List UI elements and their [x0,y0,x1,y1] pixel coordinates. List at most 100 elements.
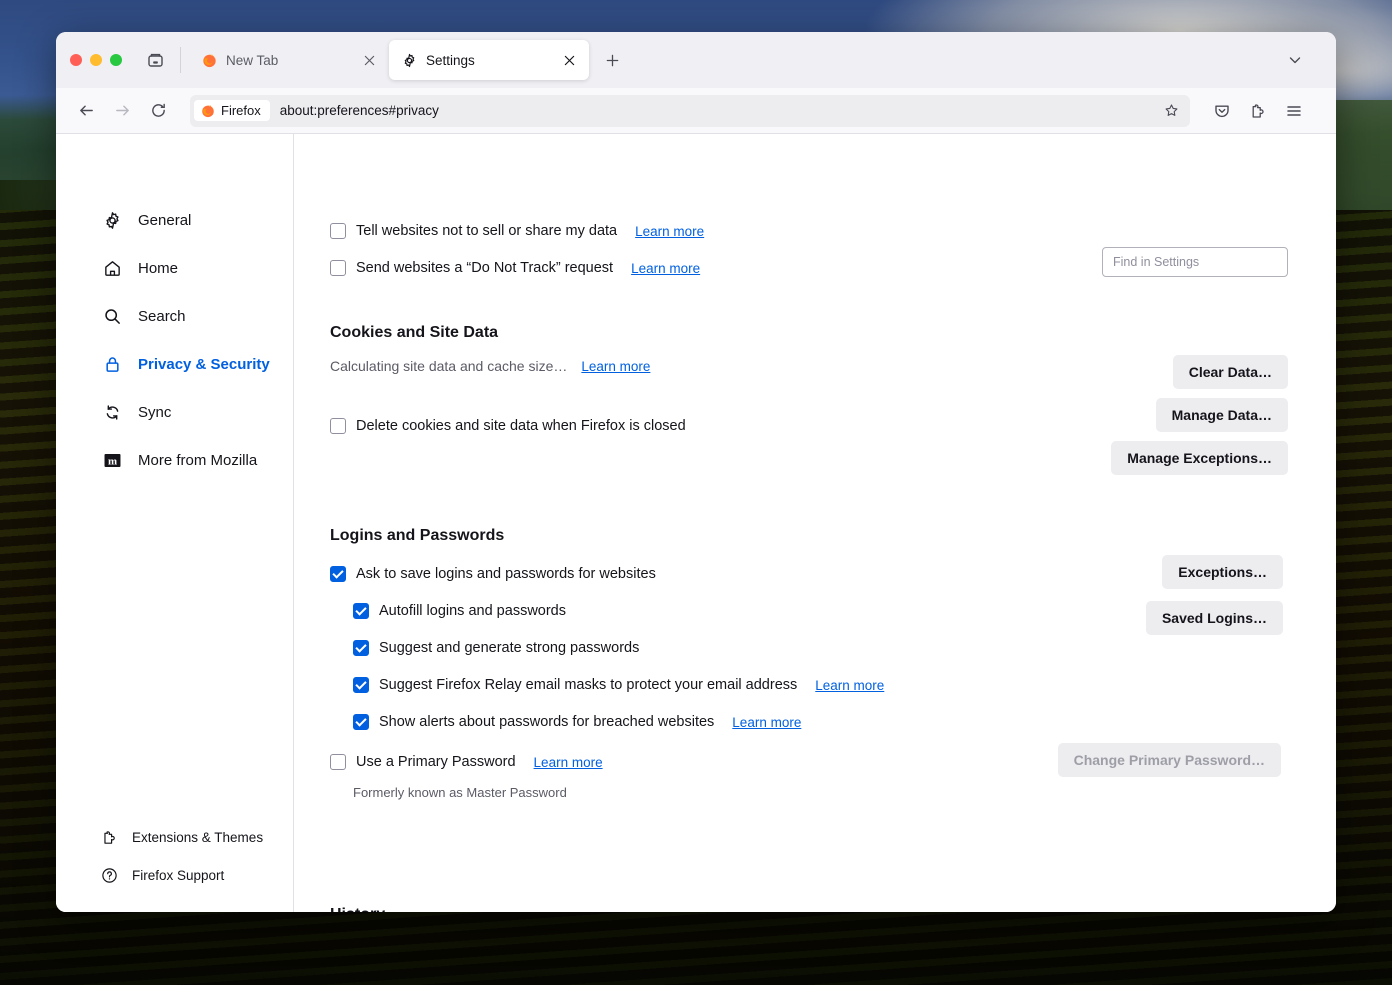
search-icon [102,306,122,326]
url-chip-label: Firefox [221,103,261,118]
hamburger-menu-icon[interactable] [1278,95,1310,127]
firefox-icon [201,52,217,68]
close-icon[interactable] [359,50,379,70]
checkbox-label: Use a Primary Password [356,754,516,770]
sidebar-item-label: Sync [138,403,172,421]
sidebar-item-label: Privacy & Security [138,355,270,373]
checkbox-row-breach-alerts[interactable]: Show alerts about passwords for breached… [353,710,801,734]
learn-more-link[interactable]: Learn more [581,359,650,374]
checkbox-row-firefox-relay[interactable]: Suggest Firefox Relay email masks to pro… [353,673,884,697]
checkbox-row-do-not-sell[interactable]: Tell websites not to sell or share my da… [330,219,704,243]
change-primary-password-button[interactable]: Change Primary Password… [1057,743,1281,777]
checkbox-label: Autofill logins and passwords [379,603,566,619]
maximize-window-button[interactable] [110,54,122,66]
sidebar-item-firefox-support[interactable]: Firefox Support [56,856,293,894]
checkbox-delete-cookies-on-close[interactable] [330,418,346,434]
tab-new-tab[interactable]: New Tab [189,40,389,80]
close-icon[interactable] [559,50,579,70]
learn-more-link[interactable]: Learn more [534,755,603,770]
checkbox-breach-alerts[interactable] [353,714,369,730]
manage-data-button[interactable]: Manage Data… [1155,398,1288,432]
checkbox-ask-to-save-logins[interactable] [330,566,346,582]
sidebar-item-privacy-security[interactable]: Privacy & Security [56,340,293,388]
primary-password-note: Formerly known as Master Password [353,785,567,800]
tab-title: Settings [426,52,475,68]
settings-nav-list: General Home Search Privacy & Security S… [56,196,293,484]
settings-page: General Home Search Privacy & Security S… [56,134,1336,912]
puzzle-piece-icon[interactable] [1242,95,1274,127]
checkbox-row-do-not-track[interactable]: Send websites a “Do Not Track” request L… [330,256,700,280]
home-icon [102,258,122,278]
tab-sidebar-icon[interactable] [140,45,170,75]
checkbox-label: Ask to save logins and passwords for web… [356,566,656,582]
saved-logins-button[interactable]: Saved Logins… [1145,601,1283,635]
checkbox-label: Tell websites not to sell or share my da… [356,223,618,239]
settings-sidebar: General Home Search Privacy & Security S… [56,134,294,912]
section-heading-logins: Logins and Passwords [330,527,505,544]
exceptions-button[interactable]: Exceptions… [1162,555,1283,589]
checkbox-label: Suggest Firefox Relay email masks to pro… [379,677,798,693]
checkbox-do-not-track[interactable] [330,260,346,276]
pocket-icon[interactable] [1206,95,1238,127]
minimize-window-button[interactable] [90,54,102,66]
window-traffic-lights [70,54,122,66]
find-in-settings-field[interactable] [1113,255,1277,269]
clear-data-button[interactable]: Clear Data… [1172,355,1288,389]
cookies-status-row: Calculating site data and cache size… Le… [330,358,650,374]
learn-more-link[interactable]: Learn more [631,261,700,276]
sidebar-item-more-from-mozilla[interactable]: m More from Mozilla [56,436,293,484]
learn-more-link[interactable]: Learn more [815,678,884,693]
url-bar[interactable]: Firefox about:preferences#privacy [190,94,1190,127]
checkbox-suggest-strong-passwords[interactable] [353,640,369,656]
checkbox-use-primary-password[interactable] [330,754,346,770]
checkbox-label: Suggest and generate strong passwords [379,640,640,656]
section-heading-history: History [330,906,385,912]
sidebar-item-general[interactable]: General [56,196,293,244]
mozilla-m-icon: m [102,450,122,470]
reload-icon[interactable] [142,95,174,127]
search-input[interactable] [1102,247,1288,277]
tab-settings[interactable]: Settings [389,40,589,80]
puzzle-piece-icon [100,828,118,846]
sidebar-item-label: General [138,211,192,229]
checkbox-row-ask-to-save-logins[interactable]: Ask to save logins and passwords for web… [330,562,656,586]
toolbar-divider [180,47,181,73]
gear-icon [102,210,122,230]
checkbox-firefox-relay[interactable] [353,677,369,693]
checkbox-autofill-logins[interactable] [353,603,369,619]
sync-icon [102,402,122,422]
learn-more-link[interactable]: Learn more [732,715,801,730]
browser-window: New Tab Settings Firefox about:preferenc… [56,32,1336,912]
svg-text:m: m [107,455,116,467]
learn-more-link[interactable]: Learn more [635,224,704,239]
sidebar-item-home[interactable]: Home [56,244,293,292]
toolbar-right-icons [1206,95,1310,127]
sidebar-item-label: Firefox Support [132,867,225,883]
sidebar-item-extensions-themes[interactable]: Extensions & Themes [56,818,293,856]
sidebar-item-sync[interactable]: Sync [56,388,293,436]
close-window-button[interactable] [70,54,82,66]
checkbox-label: Delete cookies and site data when Firefo… [356,418,686,434]
checkbox-row-delete-cookies-on-close[interactable]: Delete cookies and site data when Firefo… [330,414,686,438]
sidebar-item-search[interactable]: Search [56,292,293,340]
chevron-down-icon[interactable] [1280,45,1310,75]
checkbox-do-not-sell[interactable] [330,223,346,239]
firefox-icon [201,104,215,118]
checkbox-label: Show alerts about passwords for breached… [379,714,715,730]
checkbox-row-primary-password[interactable]: Use a Primary Password Learn more [330,750,603,774]
question-mark-icon [100,866,118,884]
sidebar-footer: Extensions & Themes Firefox Support [56,818,293,912]
forward-arrow-icon[interactable] [106,95,138,127]
back-arrow-icon[interactable] [70,95,102,127]
gear-icon [401,52,417,68]
checkbox-row-suggest-strong-passwords[interactable]: Suggest and generate strong passwords [353,636,639,660]
manage-exceptions-button[interactable]: Manage Exceptions… [1111,441,1288,475]
new-tab-button[interactable] [597,45,627,75]
star-icon[interactable] [1158,98,1184,124]
tab-strip: New Tab Settings [56,32,1336,88]
url-text: about:preferences#privacy [279,103,439,118]
checkbox-row-autofill-logins[interactable]: Autofill logins and passwords [353,599,566,623]
url-identity-chip[interactable]: Firefox [194,100,270,121]
checkbox-label: Send websites a “Do Not Track” request [356,260,614,276]
